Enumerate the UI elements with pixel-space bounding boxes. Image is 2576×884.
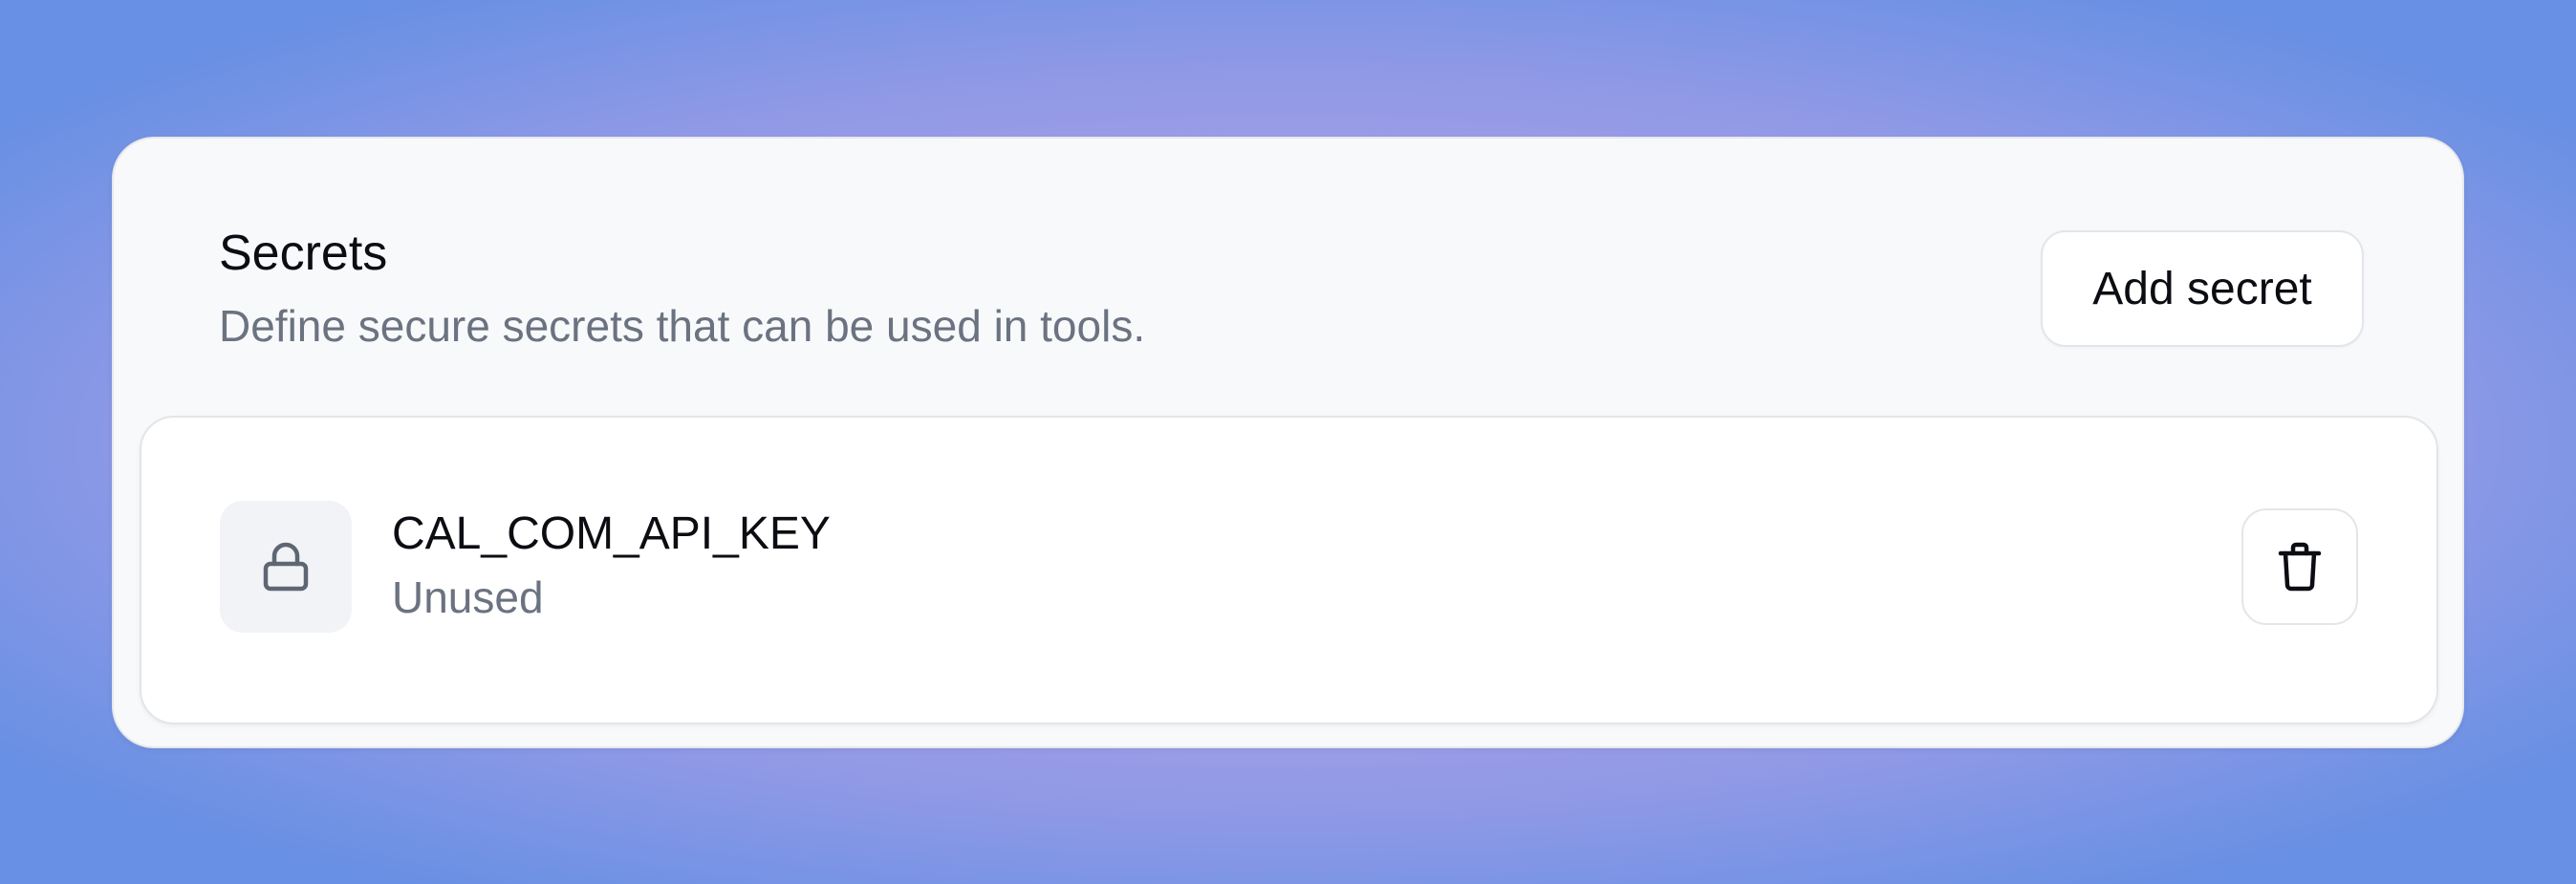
secret-list-item: CAL_COM_API_KEY Unused bbox=[140, 416, 2438, 724]
lock-icon bbox=[262, 541, 310, 593]
secrets-panel: Secrets Define secure secrets that can b… bbox=[112, 137, 2464, 748]
delete-secret-button[interactable] bbox=[2241, 508, 2358, 625]
secret-name: CAL_COM_API_KEY bbox=[392, 508, 831, 559]
add-secret-button[interactable]: Add secret bbox=[2041, 230, 2364, 347]
secret-usage-status: Unused bbox=[392, 572, 544, 622]
panel-description: Define secure secrets that can be used i… bbox=[219, 301, 1146, 351]
lock-icon-tile bbox=[220, 501, 352, 633]
trash-icon bbox=[2278, 542, 2322, 592]
panel-title: Secrets bbox=[219, 226, 388, 281]
